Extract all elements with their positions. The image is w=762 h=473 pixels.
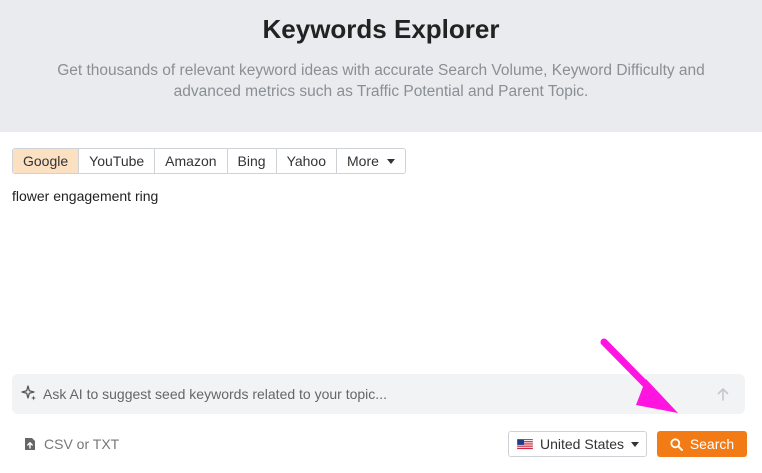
tab-youtube[interactable]: YouTube [79, 149, 156, 173]
page-title: Keywords Explorer [262, 14, 500, 44]
tab-amazon[interactable]: Amazon [155, 149, 228, 173]
search-icon [670, 437, 683, 451]
upload-file-button[interactable]: CSV or TXT [24, 435, 119, 453]
upload-label: CSV or TXT [44, 436, 120, 452]
tab-bing[interactable]: Bing [228, 149, 277, 173]
hero-header: Keywords Explorer Get thousands of relev… [0, 0, 762, 132]
caret-down-icon [386, 158, 395, 164]
ai-suggest-bar [12, 374, 745, 414]
country-label: United States [540, 436, 625, 452]
sparkle-icon [21, 385, 36, 401]
more-label: More [347, 153, 379, 169]
keywords-input[interactable]: flower engagement ring [12, 188, 742, 358]
search-label: Search [689, 436, 735, 452]
tab-google[interactable]: Google [13, 149, 80, 173]
page-subtitle: Get thousands of relevant keyword ideas … [57, 62, 705, 100]
upload-file-icon [25, 438, 35, 450]
search-button[interactable]: Search [657, 431, 747, 457]
search-engine-tabs: Google YouTube Amazon Bing Yahoo More [12, 148, 406, 174]
tab-yahoo[interactable]: Yahoo [277, 149, 338, 173]
us-flag-icon [517, 438, 533, 450]
ai-prompt-input[interactable] [43, 384, 683, 404]
tab-more-dropdown[interactable]: More [337, 149, 405, 173]
country-select[interactable]: United States [508, 431, 647, 457]
caret-down-icon [631, 441, 640, 447]
arrow-up-icon[interactable] [715, 386, 731, 402]
